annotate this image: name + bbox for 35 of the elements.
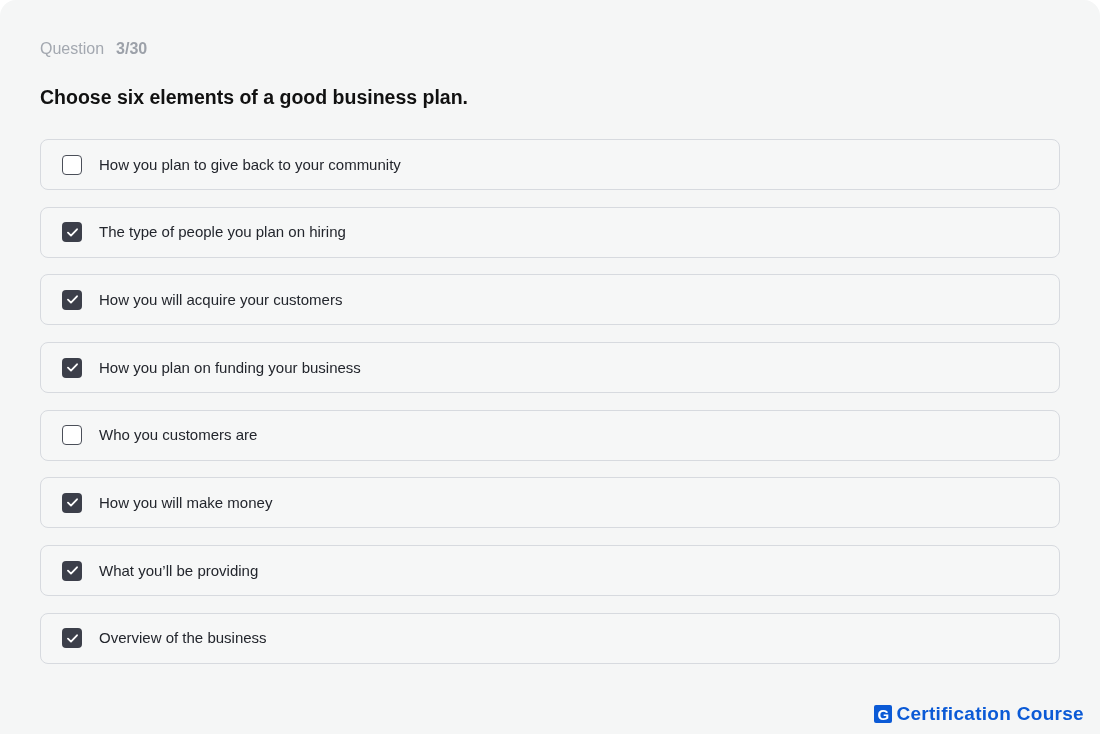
answer-option[interactable]: Who you customers are — [40, 409, 1060, 461]
check-icon — [66, 498, 78, 508]
option-text: How you plan on funding your business — [99, 357, 361, 378]
checkbox[interactable] — [62, 357, 82, 378]
check-icon — [66, 633, 78, 643]
answer-option[interactable]: How you will acquire your customers — [40, 274, 1060, 326]
option-text: How you will make money — [99, 492, 273, 513]
option-text: How you will acquire your customers — [99, 289, 343, 310]
option-text: What you’ll be providing — [99, 560, 259, 581]
check-icon — [66, 295, 78, 305]
answer-option[interactable]: The type of people you plan on hiring — [40, 206, 1060, 258]
checkbox[interactable] — [62, 222, 82, 243]
answer-option[interactable]: Overview of the business — [40, 612, 1060, 664]
logo-mark: G — [874, 705, 893, 723]
check-icon — [66, 227, 78, 237]
check-icon — [66, 566, 78, 576]
checkbox[interactable] — [62, 154, 82, 175]
checkbox[interactable] — [62, 560, 82, 581]
checkbox[interactable] — [62, 289, 82, 310]
checkbox[interactable] — [62, 628, 82, 649]
answer-option[interactable]: How you plan to give back to your community — [40, 139, 1060, 190]
question-counter: 3/30 — [116, 39, 148, 59]
answer-option[interactable]: How you plan on funding your business — [40, 342, 1060, 394]
check-icon — [66, 363, 78, 373]
question-prompt: Choose six elements of a good business plan. — [40, 85, 469, 110]
option-text: Overview of the business — [99, 628, 267, 649]
option-text: Who you customers are — [99, 425, 258, 446]
question-label: Question — [40, 39, 105, 59]
answer-option[interactable]: What you’ll be providing — [40, 545, 1060, 597]
option-text: How you plan to give back to your community — [99, 154, 401, 175]
option-text: The type of people you plan on hiring — [99, 222, 346, 243]
checkbox[interactable] — [62, 492, 82, 513]
logo-text: Certification Course — [896, 702, 1084, 726]
checkbox[interactable] — [62, 425, 82, 446]
answer-option[interactable]: How you will make money — [40, 477, 1060, 529]
